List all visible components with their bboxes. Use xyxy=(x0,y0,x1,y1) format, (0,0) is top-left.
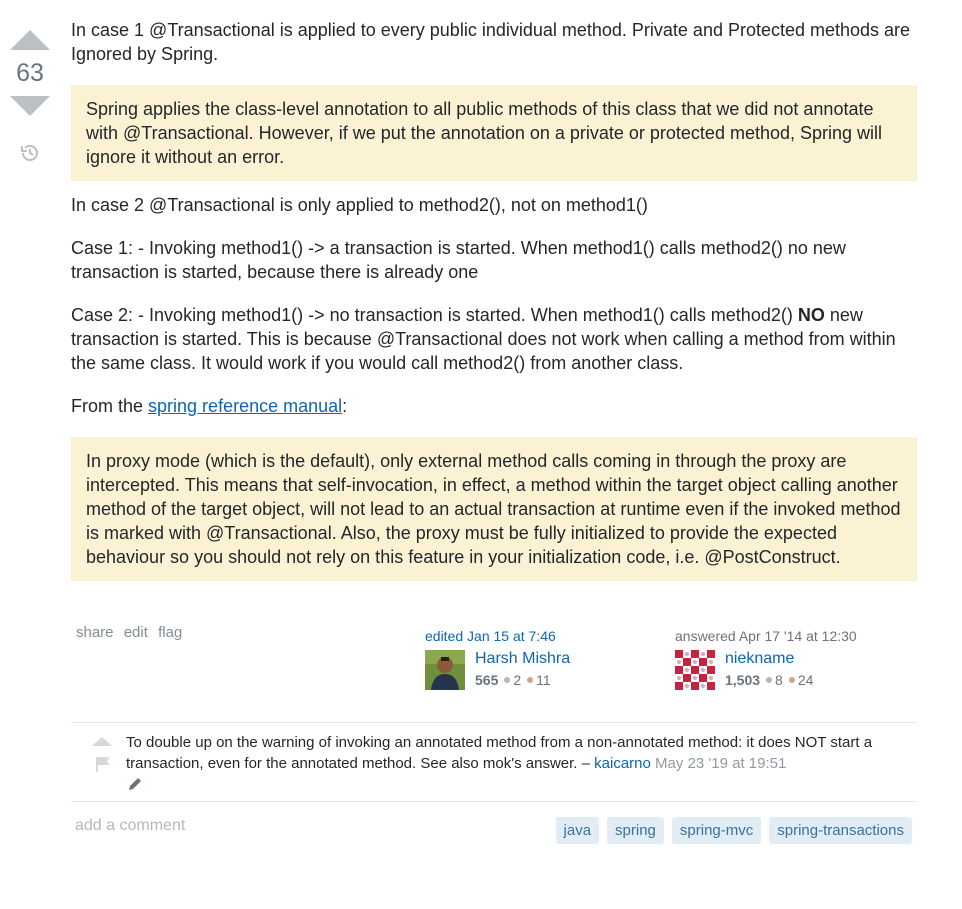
vote-count: 63 xyxy=(16,59,44,87)
editor-silver-count: 2 xyxy=(513,672,522,688)
share-link[interactable]: share xyxy=(76,624,114,641)
editor-signature: edited Jan 15 at 7:46 Harsh Mishra 565 2 1… xyxy=(425,628,635,690)
pencil-icon[interactable] xyxy=(127,776,143,792)
flag-icon[interactable] xyxy=(95,756,111,772)
case2-label: Case 2: xyxy=(71,305,134,325)
bronze-badge-icon xyxy=(527,677,534,684)
bronze-badge-icon xyxy=(788,677,795,684)
answer-body: In case 1 @Transactional is applied to e… xyxy=(71,18,917,581)
blockquote-text: Spring applies the class-level annotatio… xyxy=(86,99,883,167)
case1-text: - Invoking method1() -> a transaction is… xyxy=(71,238,846,282)
comment-item: To double up on the warning of invoking … xyxy=(71,723,916,802)
flag-link[interactable]: flag xyxy=(158,624,182,641)
tag-spring-mvc[interactable]: spring-mvc xyxy=(671,817,762,844)
answerer-avatar[interactable] xyxy=(675,650,715,690)
paragraph-case1: In case 1 @Transactional is applied to e… xyxy=(71,20,911,64)
tag-spring-transactions[interactable]: spring-transactions xyxy=(769,817,912,844)
comment-user-link[interactable]: kaicarno xyxy=(594,755,651,772)
blockquote-text: In proxy mode (which is the default), on… xyxy=(86,451,901,567)
answerer-name[interactable]: niekname xyxy=(725,650,813,668)
case2-text-a: - Invoking method1() -> no transaction i… xyxy=(133,305,798,325)
answered-time: answered Apr 17 '14 at 12:30 xyxy=(675,628,857,644)
spring-reference-link[interactable]: spring reference manual xyxy=(148,396,342,416)
comment-time[interactable]: May 23 '19 at 19:51 xyxy=(655,755,786,772)
case2-bold: NO xyxy=(797,305,825,325)
answerer-signature: answered Apr 17 '14 at 12:30 niekname 1,… xyxy=(675,628,885,690)
tag-spring[interactable]: spring xyxy=(607,817,664,844)
editor-avatar[interactable] xyxy=(425,650,465,690)
paragraph-case1-detail: Case 1: - Invoking method1() -> a transa… xyxy=(71,236,917,284)
editor-reputation: 565 xyxy=(475,672,499,688)
post-menu: share edit flag xyxy=(76,624,188,641)
tag-list: java spring spring-mvc spring-transactio… xyxy=(548,817,912,844)
case1-label: Case 1: xyxy=(71,238,134,258)
edit-link[interactable]: edit xyxy=(124,624,148,641)
paragraph-case2: In case 2 @Transactional is only applied… xyxy=(71,195,648,215)
comments-section: To double up on the warning of invoking … xyxy=(71,722,916,802)
answerer-silver-count: 8 xyxy=(775,672,783,688)
reference-prefix: From the xyxy=(71,396,149,416)
answerer-stats: 1,503 8 24 xyxy=(725,672,813,688)
editor-stats: 565 2 11 xyxy=(475,672,570,688)
upvote-button[interactable] xyxy=(10,30,50,50)
reference-suffix: : xyxy=(342,396,348,416)
silver-badge-icon xyxy=(766,677,773,684)
silver-badge-icon xyxy=(504,677,511,684)
paragraph-reference: From the spring reference manual: xyxy=(71,394,917,418)
comment-body: To double up on the warning of invoking … xyxy=(126,732,916,774)
blockquote-class-level: Spring applies the class-level annotatio… xyxy=(71,85,917,181)
history-icon[interactable] xyxy=(19,142,41,164)
paragraph-case2-detail: Case 2: - Invoking method1() -> no trans… xyxy=(71,303,917,375)
blockquote-proxy-mode: In proxy mode (which is the default), on… xyxy=(71,437,917,581)
answerer-reputation: 1,503 xyxy=(725,672,761,688)
add-comment-link[interactable]: add a comment xyxy=(75,817,185,835)
comment-upvote-icon[interactable] xyxy=(92,737,112,746)
editor-bronze-count: 11 xyxy=(536,672,551,688)
editor-name[interactable]: Harsh Mishra xyxy=(475,650,570,668)
tag-java[interactable]: java xyxy=(555,817,600,844)
downvote-button[interactable] xyxy=(10,96,50,116)
vote-column: 63 xyxy=(8,30,52,164)
answerer-bronze-count: 24 xyxy=(797,672,814,688)
edited-time-link[interactable]: edited Jan 15 at 7:46 xyxy=(425,628,635,644)
